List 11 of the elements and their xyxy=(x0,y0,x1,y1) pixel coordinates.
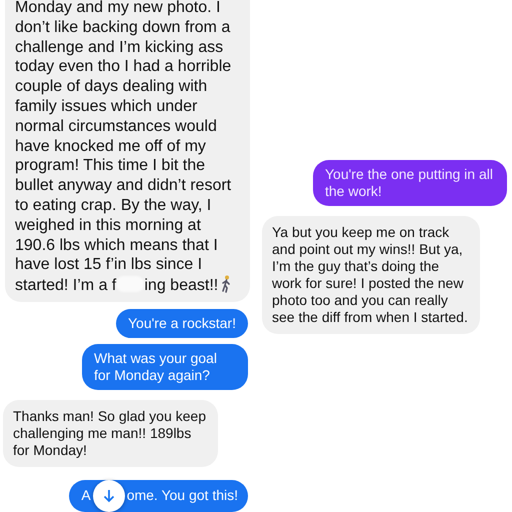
message-text: A xyxy=(81,487,91,504)
walking-person-icon xyxy=(220,275,232,294)
message-bubble: Monday and my new photo. I don’t like backing down from a challenge and I’m kicking ass today even tho I had a horrible couple of days dealing with family issues which under normal circumstances would have knocked me off of my program! This time I bit the bullet anyway and didn’t resort to eating crap. By the way, I weighed in this morning at 190.6 lbs which means that I have lost 15 f’in lbs since I started! I’m a f ing beast!! xyxy=(5,0,250,302)
scroll-down-button[interactable] xyxy=(92,480,125,512)
message-bubble: You're the one putting in all the work! xyxy=(313,160,507,206)
message-bubble: Ya but you keep me on track and point out my wins!! But ya, I’m the guy that’s doing the work for sure! I posted the new photo too and you can really see the diff from when I started. xyxy=(262,216,480,334)
message-bubble: What was your goal for Monday again? xyxy=(82,344,248,390)
message-bubble: You're a rockstar! xyxy=(116,308,248,338)
message-text: ome. You got this! xyxy=(126,487,238,504)
message-bubble: Thanks man! So glad you keep challenging me man!! 189lbs for Monday! xyxy=(3,400,218,467)
down-arrow-icon xyxy=(102,488,115,503)
